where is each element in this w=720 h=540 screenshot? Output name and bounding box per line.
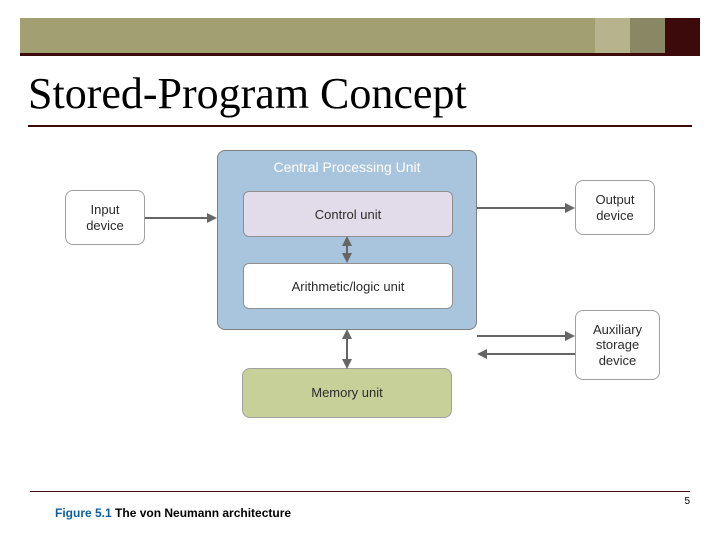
architecture-diagram: Inputdevice Central Processing Unit Cont…	[30, 150, 690, 480]
arrow-head-icon	[342, 236, 352, 246]
arrow-head-icon	[565, 203, 575, 213]
header-squares	[595, 18, 700, 56]
arrow-head-icon	[342, 253, 352, 263]
arrow-head-icon	[565, 331, 575, 341]
header-square	[630, 18, 665, 56]
header-square	[665, 18, 700, 56]
arrow-line	[477, 207, 565, 209]
output-device-box: Outputdevice	[575, 180, 655, 235]
cpu-label: Central Processing Unit	[218, 159, 476, 175]
slide-title: Stored-Program Concept	[28, 68, 692, 127]
footer-rule	[30, 491, 690, 492]
input-device-box: Inputdevice	[65, 190, 145, 245]
alu-box: Arithmetic/logic unit	[243, 263, 453, 309]
arrow-line	[145, 217, 207, 219]
arrow-line	[487, 353, 575, 355]
arrow-head-icon	[342, 359, 352, 369]
arrow-head-icon	[342, 329, 352, 339]
control-unit-box: Control unit	[243, 191, 453, 237]
arrow-head-icon	[477, 349, 487, 359]
header-square	[595, 18, 630, 56]
header-band	[20, 18, 700, 56]
arrow-line	[477, 335, 565, 337]
figure-caption: Figure 5.1 The von Neumann architecture	[55, 506, 291, 520]
header-stripe	[20, 53, 700, 56]
figure-number: Figure 5.1	[55, 506, 112, 520]
memory-unit-box: Memory unit	[242, 368, 452, 418]
arrow-line	[346, 338, 348, 360]
page-number: 5	[684, 496, 690, 507]
figure-text: The von Neumann architecture	[115, 506, 291, 520]
aux-storage-box: Auxiliarystoragedevice	[575, 310, 660, 380]
arrow-head-icon	[207, 213, 217, 223]
